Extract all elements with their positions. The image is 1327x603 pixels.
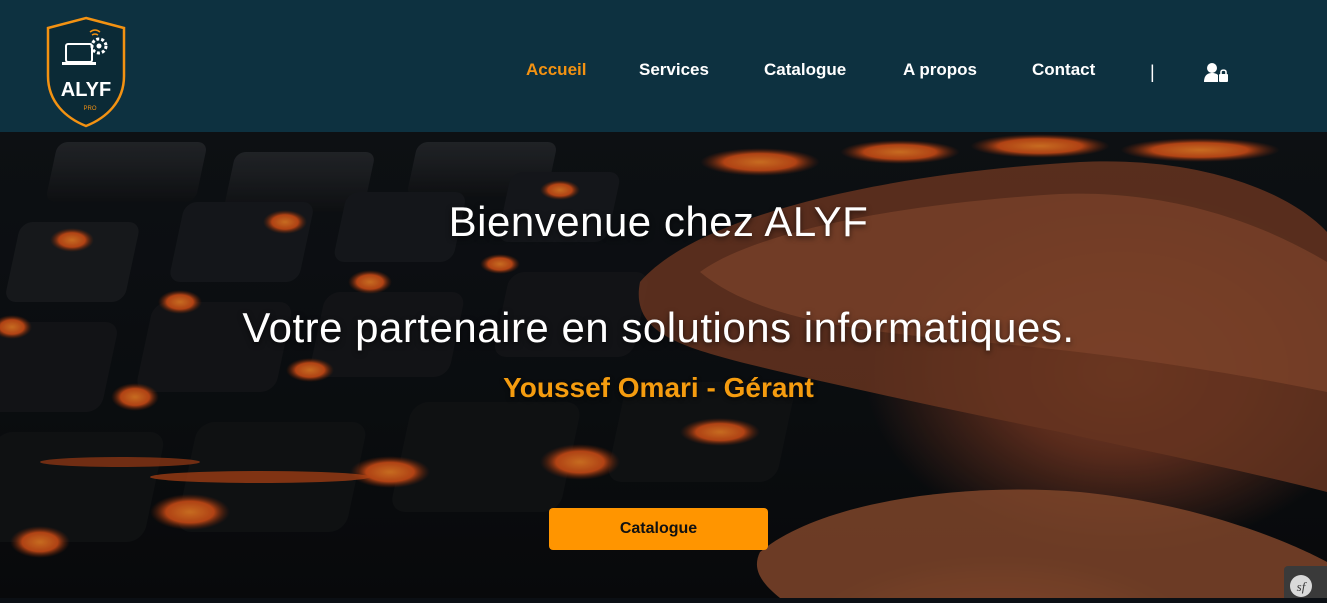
nav-item-contact[interactable]: Contact (1032, 60, 1095, 80)
hero-title: Bienvenue chez ALYF (448, 198, 869, 245)
main-navigation: Accueil Services Catalogue A propos Cont… (0, 60, 1327, 86)
catalogue-button[interactable]: Catalogue (549, 508, 768, 550)
svg-text:PRO: PRO (83, 106, 96, 112)
hero-author: Youssef Omari - Gérant (503, 372, 814, 403)
nav-item-catalogue[interactable]: Catalogue (764, 60, 846, 80)
user-lock-icon[interactable] (1203, 62, 1229, 84)
hero-subtitle: Votre partenaire en solutions informatiq… (242, 304, 1075, 351)
navbar: ALYF PRO Accueil Services Catalogue A pr… (0, 0, 1327, 132)
nav-item-a-propos[interactable]: A propos (903, 60, 977, 80)
nav-item-accueil[interactable]: Accueil (526, 60, 586, 80)
nav-separator: | (1150, 62, 1155, 82)
hero-section: Bienvenue chez ALYF Votre partenaire en … (0, 132, 1327, 598)
symfony-icon: sf (1290, 575, 1312, 597)
symfony-debug-toolbar-toggle[interactable]: sf (1284, 566, 1327, 598)
nav-item-services[interactable]: Services (639, 60, 709, 80)
